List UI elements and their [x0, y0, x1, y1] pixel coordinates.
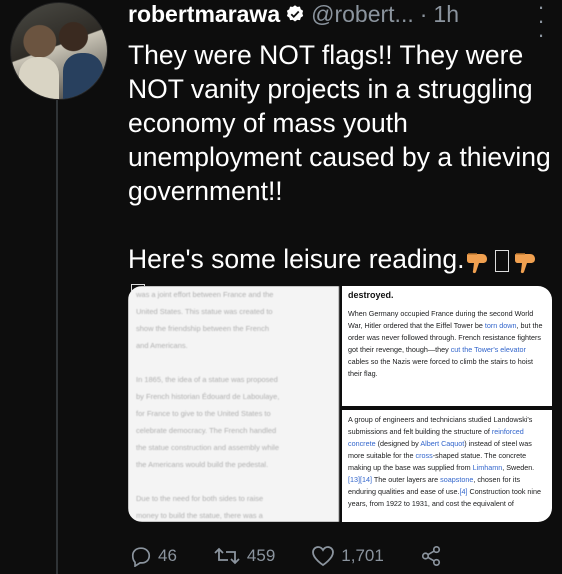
media-image-left[interactable]: was a joint effort between France and th… [128, 286, 339, 522]
separator-dot: · [419, 0, 428, 27]
author-name[interactable]: robertmarawa [128, 1, 280, 28]
doc-line: money to build the statue, there was a [136, 511, 263, 520]
pointing-down-emoji-icon [464, 248, 492, 274]
doc-text: cables so the Nazis were forced to climb… [348, 357, 533, 378]
more-options-icon[interactable]: · · · [534, 0, 548, 46]
avatar-figure-left [19, 57, 59, 99]
tweet-time[interactable]: 1h [433, 1, 459, 28]
doc-line: celebrate democracy. The French handled [136, 426, 277, 435]
skin-tone-modifier-icon [495, 250, 510, 272]
doc-heading: destroyed. [348, 290, 394, 300]
avatar-figure-right [63, 53, 103, 99]
doc-line [128, 354, 339, 371]
tweet-text-body: They were NOT flags!! They were NOT vani… [128, 40, 551, 274]
doc-link[interactable]: soapstone [440, 475, 473, 484]
tweet-actions: 46 459 1,701 [130, 538, 484, 574]
doc-line: for France to give to the United States … [136, 409, 271, 418]
doc-link[interactable]: Limhamn [473, 463, 503, 472]
doc-link[interactable]: torn down [485, 321, 517, 330]
doc-line [128, 473, 339, 490]
doc-line: and Americans. [136, 341, 188, 350]
doc-line: United States. This statue was created t… [136, 307, 273, 316]
doc-line: the statue construction and assembly whi… [136, 443, 279, 452]
doc-line: was a joint effort between France and th… [136, 290, 274, 299]
thread-line [56, 100, 58, 574]
doc-paragraph-bottom: A group of engineers and technicians stu… [348, 414, 546, 510]
doc-text: , Sweden. [502, 463, 535, 472]
doc-line: by French historian Édouard de Laboulaye… [136, 392, 280, 401]
reply-count: 46 [158, 546, 177, 565]
tweet-header: robertmarawa @robert... · 1h [128, 0, 459, 32]
retweet-icon [214, 547, 240, 565]
reply-button[interactable]: 46 [130, 545, 177, 567]
doc-link[interactable]: Albert Caquot [420, 439, 464, 448]
verified-badge-icon [287, 5, 304, 22]
doc-link[interactable]: cut the Tower's elevator [451, 345, 526, 354]
doc-link[interactable]: [13][14] [348, 475, 372, 484]
media-image-bottom-right[interactable]: A group of engineers and technicians stu… [342, 410, 552, 522]
heart-icon [312, 546, 335, 567]
pointing-down-emoji-icon-2 [512, 248, 540, 274]
media-column-right: destroyed. When Germany occupied France … [342, 286, 552, 522]
doc-link[interactable]: [4] [460, 487, 468, 496]
doc-text: The outer layers are [371, 475, 441, 484]
doc-text: (designed by [375, 439, 421, 448]
tweet-text: They were NOT flags!! They were NOT vani… [128, 38, 553, 310]
doc-paragraph-top: When Germany occupied France during the … [348, 308, 546, 380]
media-grid[interactable]: was a joint effort between France and th… [128, 286, 552, 522]
reply-icon [131, 547, 151, 567]
media-image-top-right[interactable]: destroyed. When Germany occupied France … [342, 286, 552, 406]
doc-line: In 1865, the idea of a statue was propos… [136, 375, 278, 384]
share-button[interactable] [420, 545, 448, 567]
doc-link[interactable]: cross [416, 451, 433, 460]
doc-line: show the friendship between the French [136, 324, 269, 333]
doc-line: Due to the need for both sides to raise [136, 494, 264, 503]
avatar[interactable] [10, 2, 108, 100]
share-icon [421, 546, 440, 566]
like-button[interactable]: 1,701 [311, 545, 384, 567]
retweet-button[interactable]: 459 [213, 545, 275, 567]
doc-line: the Americans would build the pedestal. [136, 460, 269, 469]
like-count: 1,701 [341, 546, 384, 565]
author-handle[interactable]: @robert... [311, 1, 414, 28]
retweet-count: 459 [246, 546, 276, 565]
